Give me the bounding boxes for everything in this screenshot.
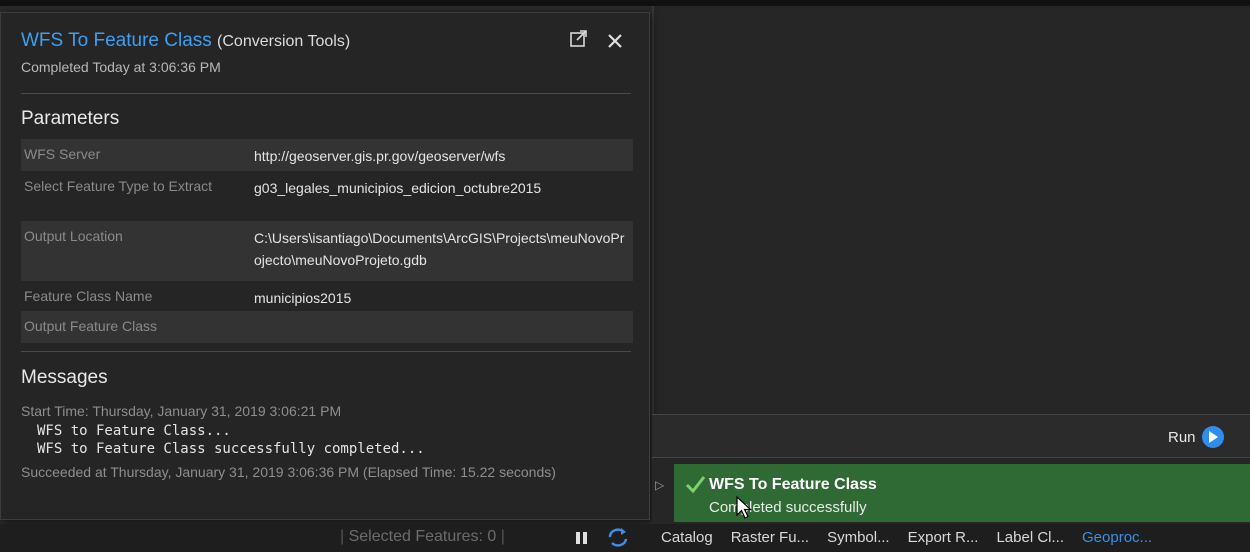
tab-label-class[interactable]: Label Cl... <box>987 524 1073 552</box>
parameter-value[interactable]: http://geoserver.gis.pr.gov/geoserver/wf… <box>254 145 632 167</box>
parameter-value[interactable]: g03_legales_municipios_edicion_octubre20… <box>254 177 632 199</box>
parameter-row: Output Location C:\Users\isantiago\Docum… <box>21 221 633 281</box>
parameters-heading: Parameters <box>21 108 120 129</box>
close-icon[interactable] <box>603 29 627 53</box>
parameter-row: Select Feature Type to Extract g03_legal… <box>21 171 633 221</box>
tab-export[interactable]: Export R... <box>899 524 988 552</box>
completed-time: Completed Today at 3:06:36 PM <box>21 59 221 75</box>
selected-features-readout: | Selected Features: 0 | <box>340 528 505 545</box>
parameter-value[interactable]: C:\Users\isantiago\Documents\ArcGIS\Proj… <box>254 227 632 271</box>
refresh-icon[interactable] <box>606 526 630 548</box>
run-button[interactable]: Run <box>1168 425 1224 449</box>
parameter-name: Output Location <box>24 228 123 244</box>
tab-symbology[interactable]: Symbol... <box>818 524 899 552</box>
tab-geoprocessing[interactable]: Geoproc... <box>1073 524 1161 552</box>
tab-catalog[interactable]: Catalog <box>652 524 722 552</box>
pane-tabs: Catalog Raster Fu... Symbol... Export R.… <box>652 524 1161 552</box>
tab-raster-functions[interactable]: Raster Fu... <box>722 524 818 552</box>
play-icon <box>1201 426 1224 448</box>
start-time-message: Start Time: Thursday, January 31, 2019 3… <box>21 403 342 419</box>
app-window: WFS To Feature Class (Conversion Tools) … <box>0 0 1250 552</box>
parameter-name: Output Feature Class <box>24 318 158 334</box>
expand-chevron-icon[interactable]: ▷ <box>655 478 664 492</box>
divider <box>21 93 631 94</box>
run-label: Run <box>1168 428 1196 446</box>
messages-heading: Messages <box>21 367 108 388</box>
popup-title: WFS To Feature Class (Conversion Tools) <box>21 30 350 52</box>
status-subtitle: Completed successfully <box>709 499 867 516</box>
pause-icon[interactable] <box>575 531 589 545</box>
checkmark-icon <box>685 476 706 494</box>
selected-features-label: Selected Features: 0 <box>348 528 497 545</box>
parameter-row: Output Feature Class <box>21 311 633 343</box>
mouse-cursor-icon <box>736 496 752 519</box>
divider <box>21 351 631 352</box>
parameter-name: Feature Class Name <box>24 288 153 304</box>
tool-name[interactable]: WFS To Feature Class <box>21 30 212 51</box>
parameter-name: WFS Server <box>24 146 101 162</box>
parameter-row: WFS Server http://geoserver.gis.pr.gov/g… <box>21 139 633 171</box>
message-line: WFS to Feature Class... <box>37 423 231 439</box>
succeeded-message: Succeeded at Thursday, January 31, 2019 … <box>21 464 556 480</box>
status-title: WFS To Feature Class <box>709 476 877 493</box>
toolbox-name: (Conversion Tools) <box>217 33 351 50</box>
tool-details-popup: WFS To Feature Class (Conversion Tools) … <box>0 12 650 520</box>
parameter-row: Feature Class Name municipios2015 <box>21 281 633 311</box>
open-tool-icon[interactable] <box>567 29 591 53</box>
run-bar <box>652 414 1250 458</box>
message-line: WFS to Feature Class successfully comple… <box>37 441 425 457</box>
parameter-value[interactable]: municipios2015 <box>254 287 632 309</box>
parameter-name: Select Feature Type to Extract <box>24 178 213 194</box>
